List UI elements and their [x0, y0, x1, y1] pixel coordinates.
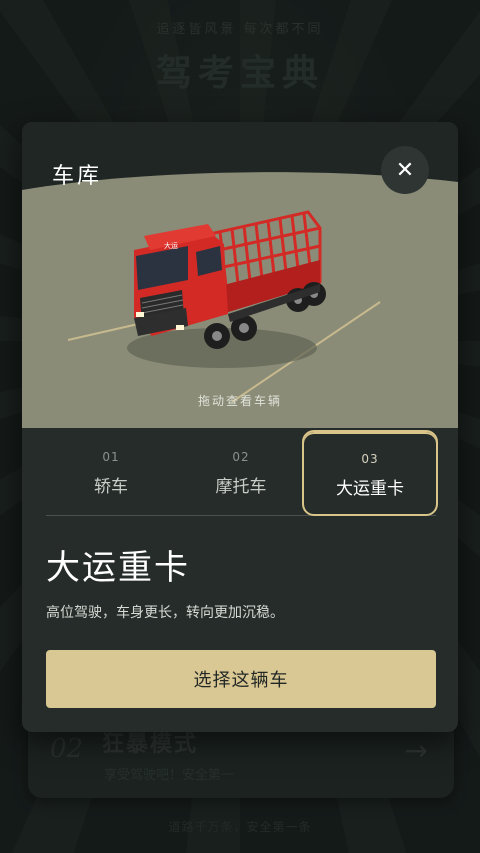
vehicle-tabs: 01 轿车 02 摩托车 03 大运重卡	[46, 428, 438, 516]
modal-title: 车库	[52, 164, 103, 189]
vehicle-preview[interactable]: 大运 车库 ✕ 拖动查看车辆	[22, 122, 458, 428]
garage-modal: 大运 车库 ✕ 拖动查看车辆 01 轿车 02 摩托车 03 大运重卡 大运重卡…	[22, 122, 458, 732]
tab-motorcycle[interactable]: 02 摩托车	[176, 428, 306, 516]
drag-hint: 拖动查看车辆	[197, 394, 282, 408]
tab-number: 02	[232, 450, 250, 464]
select-vehicle-button[interactable]: 选择这辆车	[46, 650, 436, 708]
close-icon: ✕	[395, 157, 415, 183]
tab-label: 大运重卡	[336, 479, 404, 499]
tab-number: 01	[102, 450, 120, 464]
tab-sedan[interactable]: 01 轿车	[46, 428, 176, 516]
tab-label: 轿车	[94, 477, 128, 497]
selected-vehicle-description: 高位驾驶，车身更长，转向更加沉稳。	[46, 605, 284, 621]
selected-vehicle-title: 大运重卡	[46, 548, 190, 588]
tab-heavy-truck[interactable]: 03 大运重卡	[302, 430, 438, 516]
truck-plate: 大运	[164, 241, 178, 250]
tab-number: 03	[361, 452, 379, 466]
tab-label: 摩托车	[215, 477, 267, 497]
close-button[interactable]: ✕	[381, 146, 429, 194]
